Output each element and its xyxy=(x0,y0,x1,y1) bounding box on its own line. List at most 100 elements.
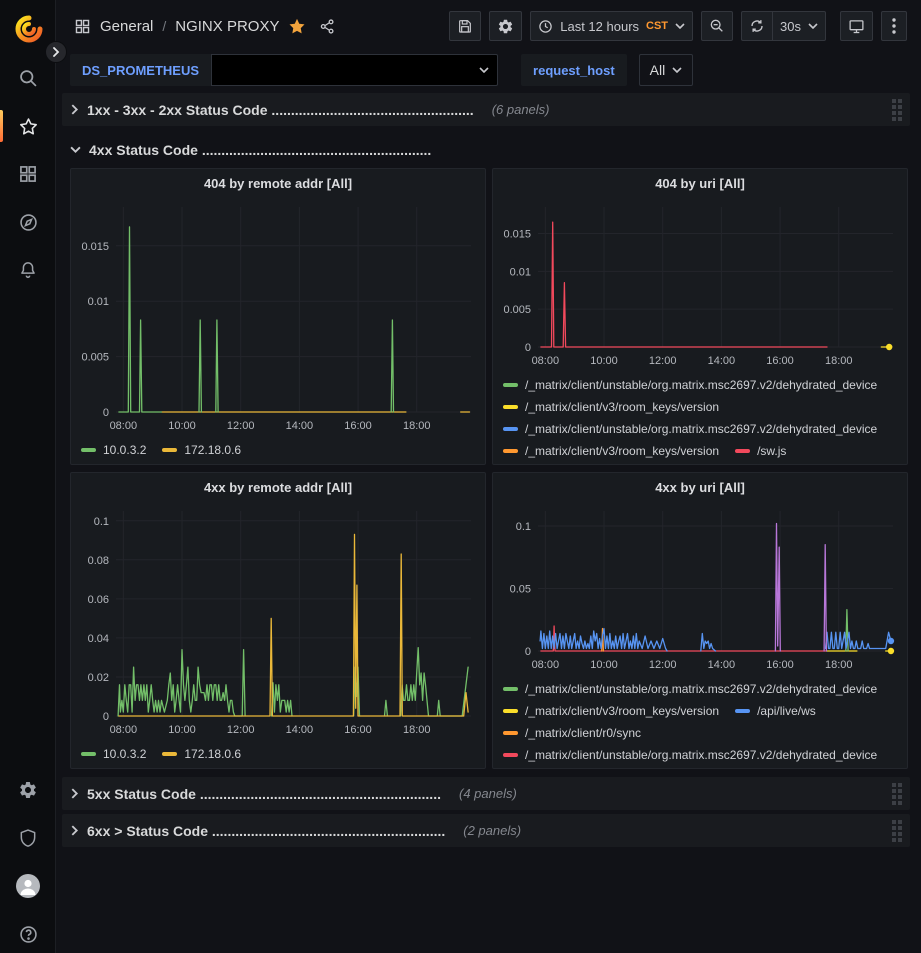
expand-sidebar-button[interactable] xyxy=(45,41,67,63)
grafana-logo-icon[interactable] xyxy=(14,14,44,44)
legend-item[interactable]: /_matrix/client/v3/room_keys/version xyxy=(503,400,719,414)
monitor-icon xyxy=(848,18,865,35)
share-icon[interactable] xyxy=(319,18,336,35)
row-drag-handle[interactable] xyxy=(892,820,904,842)
legend-item[interactable]: 10.0.3.2 xyxy=(81,443,146,457)
svg-text:0: 0 xyxy=(103,711,109,723)
cycle-view-mode-button[interactable] xyxy=(840,11,873,41)
legend-label: /_matrix/client/v3/room_keys/version xyxy=(525,704,719,718)
legend-swatch xyxy=(162,752,177,756)
svg-text:12:00: 12:00 xyxy=(227,724,255,736)
alerting-bell-icon[interactable] xyxy=(0,253,56,287)
legend-item[interactable]: 172.18.0.6 xyxy=(162,443,241,457)
help-icon[interactable] xyxy=(0,917,56,951)
svg-text:0.06: 0.06 xyxy=(88,594,109,606)
legend-item[interactable]: /_matrix/client/unstable/org.matrix.msc2… xyxy=(503,748,877,762)
row-panel-count: (2 panels) xyxy=(463,823,521,838)
legend-swatch xyxy=(81,752,96,756)
dashboard-settings-button[interactable] xyxy=(489,11,522,41)
variable-datasource-label[interactable]: DS_PROMETHEUS xyxy=(70,54,211,86)
refresh-button[interactable] xyxy=(741,11,772,41)
more-options-button[interactable] xyxy=(881,11,907,41)
search-icon[interactable] xyxy=(0,61,56,95)
zoom-out-time-button[interactable] xyxy=(701,11,733,41)
refresh-interval-select[interactable]: 30s xyxy=(772,11,826,41)
legend-label: 172.18.0.6 xyxy=(184,747,241,761)
legend-item[interactable]: 172.18.0.6 xyxy=(162,747,241,761)
legend-item[interactable]: /api/live/ws xyxy=(735,704,816,718)
legend-swatch xyxy=(735,449,750,453)
explore-compass-icon[interactable] xyxy=(0,205,56,239)
time-series-plot[interactable]: 00.0050.010.01508:0010:0012:0014:0016:00… xyxy=(71,197,485,439)
dashboard-title[interactable]: NGINX PROXY xyxy=(175,18,279,35)
svg-text:0.05: 0.05 xyxy=(510,584,531,596)
svg-text:18:00: 18:00 xyxy=(403,420,431,432)
svg-text:0.01: 0.01 xyxy=(88,296,109,308)
favorites-star-icon[interactable] xyxy=(0,109,56,143)
legend-item[interactable]: 10.0.3.2 xyxy=(81,747,146,761)
variable-request-host-label[interactable]: request_host xyxy=(521,54,627,86)
row-6xx[interactable]: 6xx > Status Code ......................… xyxy=(62,814,910,847)
refresh-icon xyxy=(749,18,765,34)
legend-item[interactable]: /_matrix/client/r0/sync xyxy=(503,726,641,740)
save-dashboard-button[interactable] xyxy=(449,11,481,41)
panel-legend: /_matrix/client/unstable/org.matrix.msc2… xyxy=(493,678,907,768)
gear-icon xyxy=(497,18,514,35)
panel-404-by-uri: 404 by uri [All] 00.0050.010.01508:0010:… xyxy=(492,168,908,465)
legend-label: /_matrix/client/unstable/org.matrix.msc2… xyxy=(525,422,877,436)
legend-label: /_matrix/client/v3/room_keys/version xyxy=(525,444,719,458)
variable-datasource-select[interactable] xyxy=(211,54,498,86)
chevron-right-icon xyxy=(52,47,60,57)
settings-gear-icon[interactable] xyxy=(0,773,56,807)
variable-request-host-value: All xyxy=(650,62,666,78)
legend-item[interactable]: /sw.js xyxy=(735,444,786,458)
legend-item[interactable]: /_matrix/client/v3/room_keys/version xyxy=(503,444,719,458)
time-series-plot[interactable]: 00.0050.010.01508:0010:0012:0014:0016:00… xyxy=(493,197,907,374)
variable-request-host-select[interactable]: All xyxy=(639,54,694,86)
breadcrumb: General / NGINX PROXY xyxy=(74,17,336,35)
time-series-plot[interactable]: 00.020.040.060.080.108:0010:0012:0014:00… xyxy=(71,501,485,743)
legend-swatch xyxy=(503,383,518,387)
row-drag-handle[interactable] xyxy=(892,99,904,121)
legend-label: /sw.js xyxy=(757,444,786,458)
user-avatar[interactable] xyxy=(0,869,56,903)
svg-text:12:00: 12:00 xyxy=(227,420,255,432)
favorite-star-icon[interactable] xyxy=(288,17,306,35)
row-1xx-3xx-2xx[interactable]: 1xx - 3xx - 2xx Status Code ............… xyxy=(62,93,910,126)
legend-label: 172.18.0.6 xyxy=(184,443,241,457)
kebab-menu-icon xyxy=(892,18,896,34)
svg-text:16:00: 16:00 xyxy=(344,724,372,736)
chevron-down-icon xyxy=(479,67,489,73)
legend-item[interactable]: /_matrix/client/unstable/org.matrix.msc2… xyxy=(503,378,877,392)
legend-swatch xyxy=(503,405,518,409)
time-series-plot[interactable]: 00.050.108:0010:0012:0014:0016:0018:00 xyxy=(493,501,907,678)
svg-text:10:00: 10:00 xyxy=(168,420,196,432)
svg-text:0.04: 0.04 xyxy=(88,633,109,645)
nav-sidebar xyxy=(0,0,56,953)
time-range-picker[interactable]: Last 12 hours CST xyxy=(530,11,693,41)
legend-swatch xyxy=(503,753,518,757)
panel-title[interactable]: 404 by uri [All] xyxy=(493,169,907,197)
panel-legend: 10.0.3.2 172.18.0.6 xyxy=(71,439,485,463)
legend-item[interactable]: /_matrix/client/unstable/org.matrix.msc2… xyxy=(503,682,877,696)
zoom-out-icon xyxy=(709,18,725,34)
panel-title[interactable]: 4xx by uri [All] xyxy=(493,473,907,501)
svg-text:0.08: 0.08 xyxy=(88,555,109,567)
panel-title[interactable]: 404 by remote addr [All] xyxy=(71,169,485,197)
row-4xx[interactable]: 4xx Status Code ........................… xyxy=(62,133,910,166)
svg-text:0.005: 0.005 xyxy=(81,352,109,364)
panel-4xx-by-remote-addr: 4xx by remote addr [All] 00.020.040.060.… xyxy=(70,472,486,769)
row-drag-handle[interactable] xyxy=(892,783,904,805)
svg-text:10:00: 10:00 xyxy=(168,724,196,736)
svg-text:0.015: 0.015 xyxy=(503,228,531,240)
row-5xx[interactable]: 5xx Status Code ........................… xyxy=(62,777,910,810)
legend-item[interactable]: /_matrix/client/unstable/org.matrix.msc2… xyxy=(503,422,877,436)
refresh-interval-value: 30s xyxy=(780,19,801,34)
legend-item[interactable]: /_matrix/client/v3/room_keys/version xyxy=(503,704,719,718)
panel-title[interactable]: 4xx by remote addr [All] xyxy=(71,473,485,501)
server-admin-shield-icon[interactable] xyxy=(0,821,56,855)
dashboards-icon[interactable] xyxy=(0,157,56,191)
breadcrumb-folder[interactable]: General xyxy=(100,18,153,35)
chevron-right-icon xyxy=(70,104,79,115)
legend-label: 10.0.3.2 xyxy=(103,443,146,457)
